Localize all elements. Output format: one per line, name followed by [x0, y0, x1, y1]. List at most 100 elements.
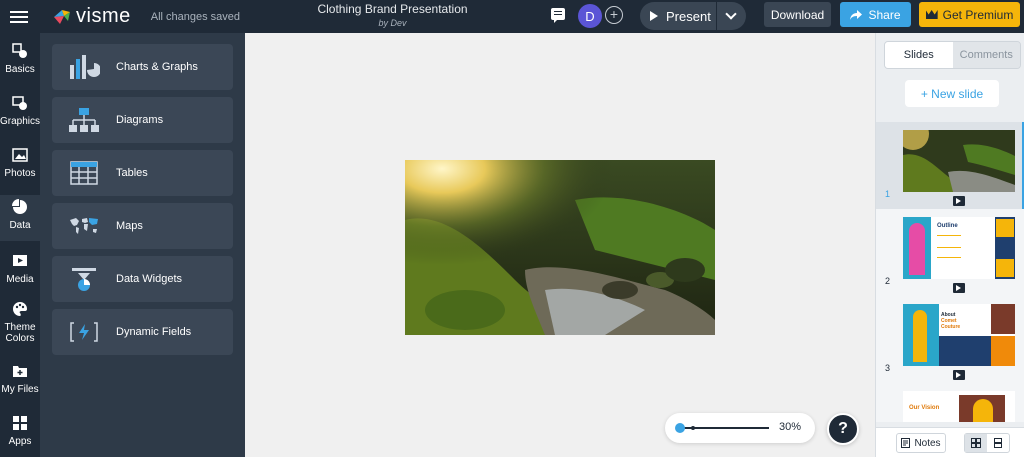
rail-label: Apps: [8, 436, 32, 447]
slides-panel-footer: Notes: [876, 427, 1024, 457]
zoom-slider-marker: [691, 426, 695, 430]
crown-icon: [925, 10, 938, 19]
zoom-value: 30%: [778, 421, 801, 433]
download-button[interactable]: Download: [764, 2, 831, 27]
card-maps[interactable]: Maps: [52, 203, 233, 249]
logo-text: visme: [76, 5, 131, 27]
add-collaborator-button[interactable]: +: [605, 6, 623, 24]
rail-item-theme-colors[interactable]: Theme Colors: [0, 299, 40, 351]
media-icon: [13, 255, 27, 266]
slide-thumbnail-4[interactable]: Our Vision: [876, 383, 1024, 422]
tab-comments[interactable]: Comments: [952, 42, 1020, 68]
slides-panel-tabs: Slides Comments: [884, 41, 1021, 69]
comment-icon[interactable]: [551, 8, 565, 23]
widget-icon: [72, 268, 96, 291]
rail-item-basics[interactable]: Basics: [0, 39, 40, 85]
rail-label-line2: Colors: [5, 333, 35, 344]
dynamic-field-icon: [70, 322, 98, 342]
zoom-slider-handle[interactable]: [675, 423, 685, 433]
slide-number: 3: [885, 363, 891, 373]
top-bar: visme All changes saved Clothing Brand P…: [0, 0, 1024, 33]
graphics-icon: [12, 96, 27, 110]
editor-canvas[interactable]: 30% ?: [245, 33, 875, 457]
help-button[interactable]: ?: [827, 413, 859, 445]
left-tool-rail: Basics Graphics Photos Data Media Theme …: [0, 33, 40, 457]
slide-thumbnail-image: Outline: [903, 217, 1015, 279]
apps-grid-icon: [13, 416, 27, 430]
rail-label: Basics: [5, 64, 35, 75]
card-label: Maps: [116, 220, 143, 232]
rail-item-photos[interactable]: Photos: [0, 143, 40, 189]
premium-label: Get Premium: [942, 7, 1014, 22]
slide-2-title: Outline: [937, 223, 958, 229]
current-slide-forest-stream-photo[interactable]: [405, 160, 715, 335]
slide-thumbnail-image: [903, 130, 1015, 192]
slide-transition-icon[interactable]: [953, 196, 965, 206]
user-avatar[interactable]: D: [578, 4, 602, 28]
hamburger-menu-icon[interactable]: [0, 0, 38, 33]
share-label: Share: [868, 7, 901, 22]
table-icon: [70, 161, 98, 185]
grid-view-icon: [971, 438, 981, 448]
present-label: Present: [666, 8, 711, 24]
slide-thumbnail-1[interactable]: 1: [876, 122, 1024, 209]
slide-thumbnail-image: About Comet Couture: [903, 304, 1015, 366]
card-diagrams[interactable]: Diagrams: [52, 97, 233, 143]
notes-button[interactable]: Notes: [896, 433, 946, 453]
data-pie-icon: [12, 199, 27, 214]
card-tables[interactable]: Tables: [52, 150, 233, 196]
photos-icon: [12, 148, 28, 162]
slide-4-title: Our Vision: [909, 405, 940, 411]
grid-view-button[interactable]: [965, 434, 987, 452]
slide-3-title-line3: Couture: [941, 324, 961, 330]
notes-label: Notes: [914, 437, 941, 449]
data-tools-panel: Charts & Graphs Diagrams Tables Maps Dat…: [40, 33, 245, 457]
notes-icon: [901, 438, 911, 448]
rail-label: Media: [6, 274, 34, 285]
visme-logo-mark-icon: [54, 9, 70, 24]
card-dynamic-fields[interactable]: Dynamic Fields: [52, 309, 233, 355]
rail-label: Graphics: [0, 116, 41, 127]
document-author: by Dev: [378, 18, 407, 28]
slides-panel: Slides Comments + New slide 1 Outline 2 …: [875, 33, 1024, 457]
get-premium-button[interactable]: Get Premium: [919, 2, 1020, 27]
present-button[interactable]: Present: [640, 2, 716, 30]
rail-item-graphics[interactable]: Graphics: [0, 91, 40, 137]
chevron-down-icon: [724, 8, 737, 20]
world-map-icon: [70, 218, 98, 234]
slide-thumbnail-image: Our Vision: [903, 391, 1015, 422]
slide-thumbnail-3[interactable]: About Comet Couture 3: [876, 296, 1024, 383]
slide-thumbnail-2[interactable]: Outline 2: [876, 209, 1024, 296]
card-data-widgets[interactable]: Data Widgets: [52, 256, 233, 302]
card-charts-graphs[interactable]: Charts & Graphs: [52, 44, 233, 90]
rail-item-media[interactable]: Media: [0, 249, 40, 295]
share-button[interactable]: Share: [840, 2, 911, 27]
rail-label-line1: Theme: [4, 322, 36, 333]
rail-item-apps[interactable]: Apps: [0, 411, 40, 457]
list-view-icon: [994, 438, 1002, 448]
rail-item-my-files[interactable]: My Files: [0, 359, 40, 405]
card-label: Diagrams: [116, 114, 164, 126]
rail-item-data[interactable]: Data: [0, 195, 40, 241]
folder-icon: [13, 366, 27, 377]
present-control: Present: [640, 2, 746, 30]
visme-logo[interactable]: visme: [52, 5, 131, 28]
rail-label: Data: [9, 220, 31, 231]
diagram-icon: [69, 108, 99, 132]
chart-icon: [70, 55, 100, 79]
slide-transition-icon[interactable]: [953, 370, 965, 380]
document-title-block[interactable]: Clothing Brand Presentation by Dev: [310, 2, 475, 28]
palette-icon: [13, 302, 27, 316]
slide-thumbnail-list: 1 Outline 2 About Comet Couture 3 Our Vi…: [876, 122, 1024, 422]
tab-slides[interactable]: Slides: [885, 42, 953, 68]
new-slide-button[interactable]: + New slide: [905, 80, 999, 107]
card-label: Data Widgets: [116, 273, 183, 285]
zoom-control: 30%: [665, 413, 815, 443]
card-label: Tables: [116, 167, 148, 179]
slide-transition-icon[interactable]: [953, 283, 965, 293]
list-view-button[interactable]: [987, 434, 1009, 452]
slide-number: 1: [885, 189, 891, 199]
present-options-dropdown[interactable]: [716, 2, 744, 30]
document-title[interactable]: Clothing Brand Presentation: [310, 2, 475, 16]
play-icon: [650, 11, 658, 21]
